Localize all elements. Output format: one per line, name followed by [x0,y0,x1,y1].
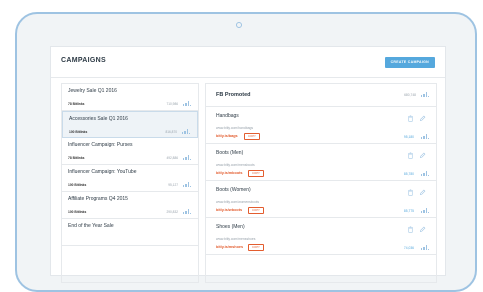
campaigns-app: CAMPAIGNS CREATE CAMPAIGN Jewelry Sale Q… [50,46,446,283]
campaign-bitlinks: 78 Bitlinks [68,156,85,160]
pencil-icon[interactable] [419,115,426,122]
copy-button[interactable]: COPY [248,170,264,177]
list-item[interactable]: Jewelry Sale Q1 2016 78 Bitlinks 710,986 [62,84,198,111]
short-link[interactable]: bitly.is/mshoes [216,245,243,249]
camera-icon [236,22,242,28]
trash-icon[interactable] [407,189,414,196]
campaign-bitlinks: 100 Bitlinks [68,210,87,214]
link-clicks: 74,036 [403,246,414,250]
link-clicks: 85,780 [403,172,414,176]
campaign-name: Influencer Campaign: Purses [68,142,133,148]
pencil-icon[interactable] [419,189,426,196]
campaign-clicks: 492,886 [166,156,178,160]
link-name: Boots (Women) [216,187,251,193]
link-clicks: 95,180 [403,135,414,139]
link-card[interactable]: Handbags www.bitly.com/handbags bitly.is… [206,107,436,144]
app-header: CAMPAIGNS CREATE CAMPAIGN [51,47,445,78]
campaign-clicks: 816,870 [165,130,177,134]
bar-chart-icon [421,245,430,250]
link-card[interactable]: Boots (Men) www.bitly.com/mensboots bitl… [206,144,436,181]
short-link[interactable]: bitly.is/wboots [216,208,242,212]
bar-chart-icon [183,209,192,214]
link-name: Shoes (Men) [216,224,245,230]
trash-icon[interactable] [407,115,414,122]
list-item[interactable]: Influencer Campaign: YouTube 100 Bitlink… [62,165,198,192]
link-url[interactable]: www.bitly.com/handbags [216,126,253,130]
bar-chart-icon [182,129,191,134]
campaign-clicks: 290,832 [166,210,178,214]
campaign-name: End of the Year Sale [68,223,114,229]
link-url[interactable]: www.bitly.com/mensboots [216,163,255,167]
list-item[interactable]: Influencer Campaign: Purses 78 Bitlinks … [62,138,198,165]
short-link[interactable]: bitly.is/mboots [216,171,243,175]
list-item[interactable]: End of the Year Sale [62,219,198,246]
trash-icon[interactable] [407,226,414,233]
campaign-name: Jewelry Sale Q1 2016 [68,88,117,94]
link-name: Handbags [216,113,239,119]
campaign-list: Jewelry Sale Q1 2016 78 Bitlinks 710,986… [61,83,199,283]
bar-chart-icon [183,155,192,160]
panel-total-clicks: 680,748 [404,93,416,97]
link-card[interactable]: Shoes (Men) www.bitly.com/mensshoes bitl… [206,218,436,255]
panel-header: FB Promoted 680,748 [206,84,436,107]
page-title: CAMPAIGNS [61,57,106,64]
link-card[interactable]: Boots (Women) www.bitly.com/womensboots … [206,181,436,218]
link-url[interactable]: www.bitly.com/womensboots [216,200,259,204]
copy-button[interactable]: COPY [248,207,264,214]
pencil-icon[interactable] [419,226,426,233]
pencil-icon[interactable] [419,152,426,159]
bar-chart-icon [183,101,192,106]
campaign-bitlinks: 100 Bitlinks [69,130,88,134]
list-item-selected[interactable]: Accessories Sale Q1 2016 100 Bitlinks 81… [62,111,198,138]
bar-chart-icon [421,171,430,176]
link-name: Boots (Men) [216,150,244,156]
campaign-detail-panel: FB Promoted 680,748 Handbags www.bitly.c… [205,83,437,283]
bar-chart-icon [183,182,192,187]
bar-chart-icon [421,208,430,213]
campaign-clicks: 710,986 [166,102,178,106]
campaign-name: Affiliate Programs Q4 2015 [68,196,128,202]
list-item[interactable]: Affiliate Programs Q4 2015 100 Bitlinks … [62,192,198,219]
copy-button[interactable]: COPY [248,244,264,251]
bar-chart-icon [421,92,430,97]
campaign-clicks: 95,127 [168,183,178,187]
campaign-name: Influencer Campaign: YouTube [68,169,137,175]
short-link[interactable]: bitly.is/bags [216,134,238,138]
create-campaign-button[interactable]: CREATE CAMPAIGN [384,57,435,68]
trash-icon[interactable] [407,152,414,159]
link-clicks: 85,775 [403,209,414,213]
campaign-bitlinks: 100 Bitlinks [68,183,87,187]
panel-title: FB Promoted [216,92,251,98]
bar-chart-icon [421,134,430,139]
copy-button[interactable]: COPY [244,133,260,140]
campaign-name: Accessories Sale Q1 2016 [69,116,128,122]
campaign-bitlinks: 78 Bitlinks [68,102,85,106]
link-url[interactable]: www.bitly.com/mensshoes [216,237,256,241]
